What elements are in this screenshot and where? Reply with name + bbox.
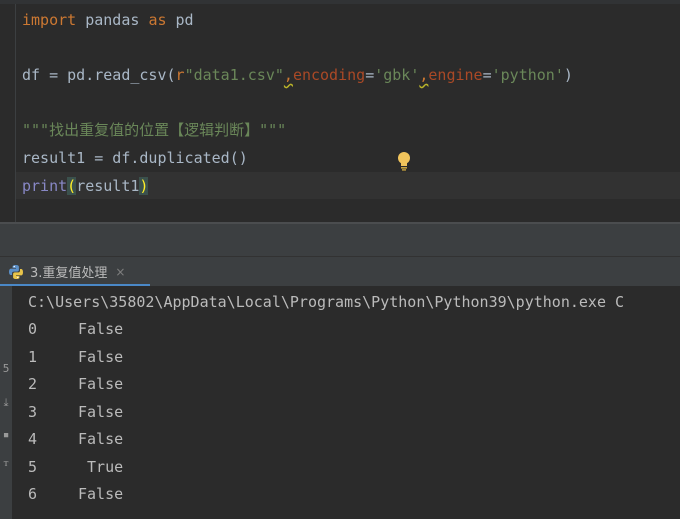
row-index: 6 [28, 485, 38, 503]
row-value: False [78, 375, 124, 393]
csv-path-string: "data1.csv" [184, 66, 284, 84]
code-line-2[interactable]: df = pd.read_csv(r"data1.csv",encoding='… [22, 65, 573, 85]
code-editor[interactable]: import pandas as pd df = pd.read_csv(r"d… [0, 0, 680, 222]
output-row: 4 False [28, 429, 123, 449]
output-row: 2 False [28, 374, 123, 394]
raw-string-prefix: r [175, 66, 185, 84]
output-row: 3 False [28, 402, 123, 422]
output-row: 0 False [28, 319, 123, 339]
output-row: 5 True [28, 457, 123, 477]
close-icon[interactable]: × [115, 265, 125, 279]
console-toolbar: 5 ⤓ ▪ ᴛ [0, 286, 12, 519]
encoding-value: 'gbk' [374, 66, 420, 84]
row-index: 0 [28, 320, 38, 338]
row-value: False [78, 403, 124, 421]
output-row: 6 False [28, 484, 123, 504]
code-line-1[interactable]: import pandas as pd [22, 10, 194, 30]
close-paren: ) [563, 66, 573, 84]
matched-paren-close: ) [139, 177, 149, 195]
lightbulb-icon[interactable] [396, 151, 412, 171]
read-csv-call: df = pd.read_csv( [22, 66, 176, 84]
row-value: True [78, 458, 124, 476]
python-icon [9, 264, 23, 279]
equals-sign: = [482, 66, 492, 84]
code-line-3-docstring[interactable]: """找出重复值的位置【逻辑判断】""" [22, 120, 286, 140]
equals-sign: = [365, 66, 375, 84]
run-tool-tabbar: 3.重复值处理 × [0, 256, 680, 287]
row-value: False [78, 485, 124, 503]
param-engine: engine [428, 66, 483, 84]
run-tab[interactable]: 3.重复值处理 × [0, 257, 150, 286]
console-command-line: C:\Users\35802\AppData\Local\Programs\Py… [28, 293, 625, 311]
module-alias: pd [166, 11, 194, 29]
row-index: 4 [28, 430, 38, 448]
editor-top-border [0, 0, 680, 4]
code-line-5[interactable]: print(result1) [22, 176, 149, 196]
comma-warning: , [283, 66, 293, 84]
param-encoding: encoding [292, 66, 366, 84]
row-value: False [78, 348, 124, 366]
module-name: pandas [76, 11, 149, 29]
run-console[interactable]: 5 ⤓ ▪ ᴛ C:\Users\35802\AppData\Local\Pro… [0, 286, 680, 519]
pin-icon[interactable]: ᴛ [0, 456, 12, 469]
builtin-print: print [22, 177, 68, 195]
print-icon[interactable]: ▪ [0, 428, 12, 441]
run-tab-label: 3.重复值处理 [30, 266, 108, 281]
row-index: 3 [28, 403, 38, 421]
scroll-to-end-icon[interactable]: ⤓ [0, 396, 12, 410]
print-argument: result1 [76, 177, 140, 195]
engine-value: 'python' [491, 66, 564, 84]
rerun-icon[interactable]: 5 [0, 362, 12, 375]
panel-gap [0, 224, 680, 256]
row-value: False [78, 320, 124, 338]
keyword-import: import [22, 11, 77, 29]
row-index: 1 [28, 348, 38, 366]
row-index: 2 [28, 375, 38, 393]
code-line-4[interactable]: result1 = df.duplicated() [22, 148, 248, 168]
row-value: False [78, 430, 124, 448]
output-row: 1 False [28, 347, 123, 367]
matched-paren-open: ( [67, 177, 77, 195]
row-index: 5 [28, 458, 38, 476]
keyword-as: as [148, 11, 167, 29]
